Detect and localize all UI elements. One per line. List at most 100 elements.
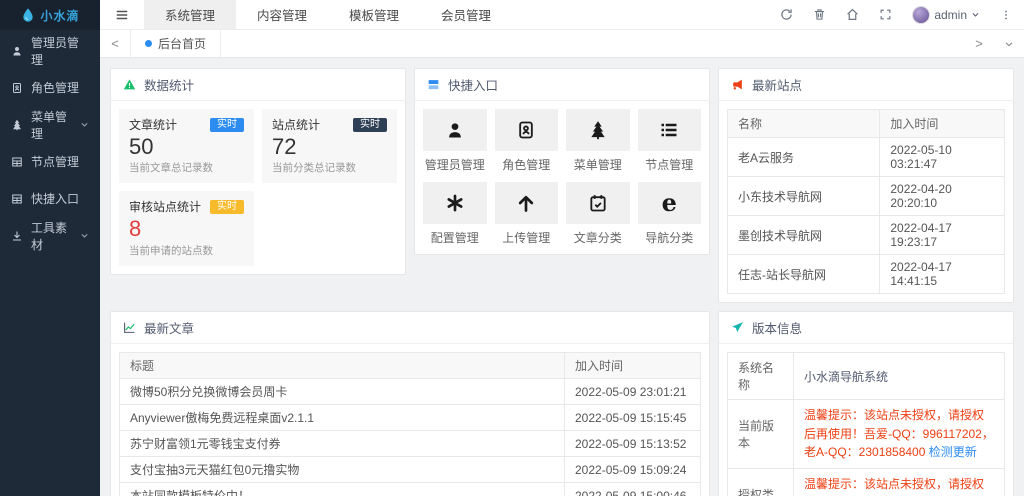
shortcut-nav-category[interactable]: e 导航分类 [637, 182, 701, 246]
stat-card-pending-sites: 审核站点统计 实时 8 当前申请的站点数 [119, 191, 254, 266]
shortcut-menu-manage[interactable]: 菜单管理 [566, 109, 630, 173]
sidebar-item-admin-manage[interactable]: 管理员管理 [0, 32, 100, 69]
stat-value: 72 [272, 134, 297, 159]
sidebar-menu: 管理员管理 角色管理 菜单管理 节点管理 快捷入口 工具素材 [0, 30, 100, 254]
article-time: 2022-05-09 23:01:21 [564, 378, 701, 405]
tab-label: 后台首页 [158, 37, 207, 51]
shortcut-admin-manage[interactable]: 管理员管理 [423, 109, 487, 173]
nav-tab-content[interactable]: 内容管理 [236, 0, 328, 29]
column-header-title: 标题 [119, 352, 565, 379]
id-card-icon [516, 120, 536, 140]
user-menu[interactable]: admin [912, 5, 980, 24]
shortcut-upload-manage[interactable]: 上传管理 [494, 182, 558, 246]
main-content: 数据统计 文章统计 实时 50 当前文章总记录数 站点统计 实时 72 当前分类… [100, 58, 1024, 496]
shortcut-node-manage[interactable]: 节点管理 [637, 109, 701, 173]
article-row: 微博50积分兑换微博会员周卡 2022-05-09 23:01:21 [119, 378, 701, 405]
article-title[interactable]: 支付宝抽3元天猫红包0元撸实物 [119, 456, 565, 483]
tabs-scroll-right-icon[interactable]: > [964, 30, 994, 57]
panel-title: 最新站点 [752, 79, 803, 93]
license-warning-text: 温馨提示：该站点未授权，请授权后再使用！吾爱-QQ：996117202，老A-Q… [804, 476, 994, 496]
nav-tab-template[interactable]: 模板管理 [328, 0, 420, 29]
home-icon[interactable] [846, 8, 859, 21]
sidebar-item-tool-material[interactable]: 工具素材 [0, 217, 100, 254]
stat-desc: 当前分类总记录数 [272, 162, 356, 175]
sidebar-item-role-manage[interactable]: 角色管理 [0, 69, 100, 106]
nav-tab-member[interactable]: 会员管理 [420, 0, 512, 29]
article-title[interactable]: Anyviewer傲梅免费远程桌面v2.1.1 [119, 404, 565, 431]
site-name[interactable]: 任志-站长导航网 [726, 254, 881, 294]
panel-title: 版本信息 [752, 322, 803, 336]
article-row: 支付宝抽3元天猫红包0元撸实物 2022-05-09 15:09:24 [119, 456, 701, 483]
site-row: 任志-站长导航网 2022-04-17 14:41:15 [726, 254, 1005, 294]
sidebar-item-label: 管理员管理 [31, 35, 80, 67]
article-time: 2022-05-09 15:13:52 [564, 430, 701, 457]
shortcut-role-manage[interactable]: 角色管理 [494, 109, 558, 173]
paper-plane-icon [731, 321, 744, 334]
site-time: 2022-04-17 19:23:17 [879, 215, 1005, 255]
panel-title: 数据统计 [144, 79, 195, 93]
stat-title: 站点统计 [272, 118, 321, 132]
shortcut-config-manage[interactable]: 配置管理 [423, 182, 487, 246]
chevron-down-icon [971, 10, 980, 19]
chevron-down-icon [80, 120, 89, 129]
panel-title: 最新文章 [144, 322, 195, 336]
article-title[interactable]: 本站同款模板特价中！ [119, 482, 565, 496]
tree-icon [588, 120, 608, 140]
tabs-scroll-left-icon[interactable]: < [100, 30, 130, 57]
article-title[interactable]: 苏宁财富领1元零钱宝支付券 [119, 430, 565, 457]
user-icon [11, 45, 23, 57]
site-row: 小东技术导航网 2022-04-20 20:20:10 [726, 176, 1005, 216]
panel-title: 快捷入口 [448, 79, 499, 93]
latest-sites-table: 名称 加入时间 老A云服务 2022-05-10 03:21:47 小东技术导航… [726, 109, 1005, 294]
article-row: 本站同款模板特价中！ 2022-05-09 15:00:46 [119, 482, 701, 496]
table-icon [11, 156, 23, 168]
stat-value: 8 [129, 216, 142, 242]
realtime-badge: 实时 [210, 117, 244, 132]
version-row-license: 授权类型 温馨提示：该站点未授权，请授权后再使用！吾爱-QQ：996117202… [727, 467, 1005, 496]
sidebar-item-node-manage[interactable]: 节点管理 [0, 143, 100, 180]
check-update-link[interactable]: 检测更新 [929, 445, 977, 459]
site-name[interactable]: 墨创技术导航网 [726, 215, 881, 255]
top-header: 系统管理 内容管理 模板管理 会员管理 admin [100, 0, 1024, 30]
active-tab-dot [145, 40, 152, 47]
megaphone-icon [731, 78, 744, 91]
chevron-down-icon [80, 231, 89, 240]
realtime-badge: 实时 [353, 117, 387, 132]
sidebar-item-label: 角色管理 [31, 81, 80, 95]
site-name[interactable]: 老A云服务 [726, 137, 881, 177]
fullscreen-icon[interactable] [879, 8, 892, 21]
tree-icon [11, 119, 23, 131]
sidebar-item-label: 菜单管理 [31, 109, 68, 141]
tab-dashboard-home[interactable]: 后台首页 [130, 30, 222, 57]
edge-e-icon: e [661, 188, 677, 217]
stat-card-sites: 站点统计 实时 72 当前分类总记录数 [262, 109, 397, 184]
sidebar-item-quick-entry[interactable]: 快捷入口 [0, 180, 100, 217]
sidebar-item-label: 工具素材 [31, 220, 68, 252]
arrow-up-icon [516, 193, 536, 213]
sidebar-item-menu-manage[interactable]: 菜单管理 [0, 106, 100, 143]
realtime-badge: 实时 [210, 199, 244, 214]
site-name[interactable]: 小东技术导航网 [726, 176, 881, 216]
chart-line-icon [123, 321, 136, 334]
app-logo[interactable]: 小水滴 [0, 0, 100, 30]
refresh-icon[interactable] [780, 8, 793, 21]
id-card-icon [11, 82, 23, 94]
hamburger-icon[interactable] [100, 0, 144, 29]
nav-tab-system[interactable]: 系统管理 [144, 0, 237, 29]
version-row-name: 系统名称 小水滴导航系统 [727, 352, 1005, 400]
site-time: 2022-04-20 20:20:10 [879, 176, 1005, 216]
article-title[interactable]: 微博50积分兑换微博会员周卡 [119, 378, 565, 405]
tags-bar: < 后台首页 > [100, 30, 1024, 58]
latest-articles-table: 标题 加入时间 微博50积分兑换微博会员周卡 2022-05-09 23:01:… [119, 352, 701, 496]
stat-value: 50 [129, 134, 154, 159]
version-table: 系统名称 小水滴导航系统 当前版本 温馨提示：该站点未授权，请授权后再使用！吾爱… [727, 352, 1005, 496]
more-vertical-icon[interactable] [1000, 9, 1012, 21]
shortcut-article-category[interactable]: 文章分类 [566, 182, 630, 246]
download-icon [11, 230, 23, 242]
sidebar: 小水滴 管理员管理 角色管理 菜单管理 节点管理 快捷入口 工具素材 [0, 0, 100, 496]
column-header-name: 名称 [726, 109, 881, 138]
site-row: 老A云服务 2022-05-10 03:21:47 [726, 137, 1005, 177]
trash-icon[interactable] [813, 8, 826, 21]
table-icon [11, 193, 23, 205]
tabs-menu-icon[interactable] [994, 30, 1024, 57]
